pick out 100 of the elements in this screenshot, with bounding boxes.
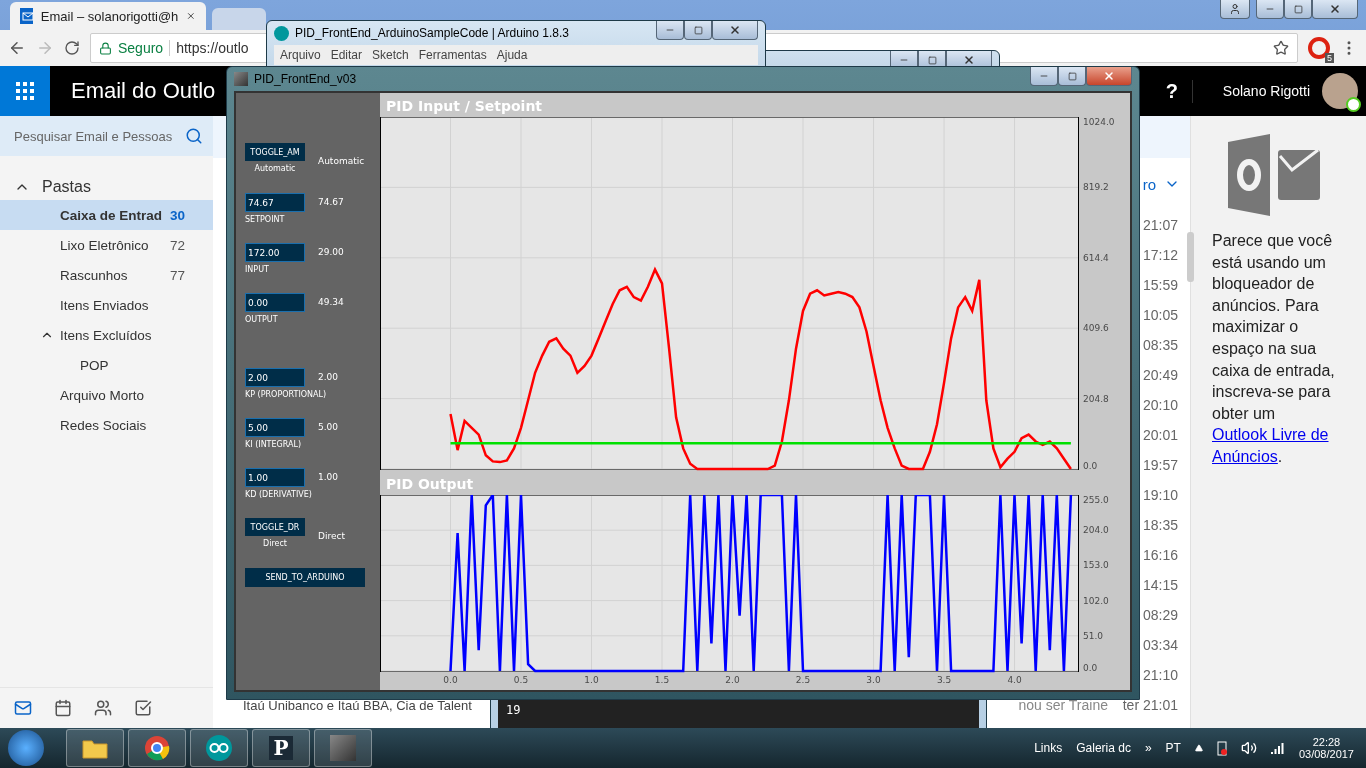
taskbar-button[interactable] bbox=[190, 729, 248, 767]
folder-item[interactable]: Rascunhos 77 bbox=[0, 260, 213, 290]
maximize-icon[interactable] bbox=[1067, 71, 1077, 81]
folder-item[interactable]: Itens Enviados bbox=[0, 290, 213, 320]
minimize-button[interactable] bbox=[1256, 0, 1284, 19]
axis-label: 0.0 bbox=[1083, 663, 1098, 673]
number-field[interactable]: 74.67 bbox=[245, 193, 305, 212]
start-button[interactable] bbox=[8, 730, 44, 766]
app-icon bbox=[234, 72, 248, 86]
person-icon[interactable] bbox=[1229, 3, 1241, 15]
folder-icon bbox=[82, 737, 108, 759]
maximize-button[interactable] bbox=[1284, 0, 1312, 19]
taskbar-button[interactable] bbox=[66, 729, 124, 767]
overflow-button[interactable]: » bbox=[1144, 741, 1152, 755]
app-title: Email do Outlo bbox=[71, 78, 216, 104]
folders-header[interactable]: Pastas bbox=[0, 156, 213, 200]
axis-label: 4.0 bbox=[1007, 675, 1022, 685]
search-icon[interactable] bbox=[185, 127, 203, 145]
profile-button[interactable] bbox=[1220, 0, 1250, 19]
menu-item[interactable]: Arquivo bbox=[280, 48, 321, 62]
folder-item[interactable]: Arquivo Morto bbox=[0, 380, 213, 410]
current-value: 29.00 bbox=[318, 247, 345, 259]
close-icon[interactable] bbox=[1103, 70, 1115, 82]
people-icon[interactable] bbox=[94, 699, 112, 717]
axis-label: 204.8 bbox=[1083, 393, 1109, 404]
maximize-icon[interactable] bbox=[927, 55, 937, 65]
control-label: KD (DERIVATIVE) bbox=[245, 490, 312, 499]
minimize-button[interactable] bbox=[1030, 67, 1058, 86]
menu-item[interactable]: Sketch bbox=[372, 48, 409, 62]
star-icon[interactable] bbox=[1273, 40, 1289, 56]
menu-item[interactable]: Ferramentas bbox=[418, 48, 487, 62]
folder-item[interactable]: Itens Excluídos bbox=[0, 320, 213, 350]
mail-icon[interactable] bbox=[14, 699, 32, 717]
current-value: 49.34 bbox=[318, 297, 345, 309]
close-button[interactable] bbox=[1312, 0, 1358, 19]
scrollbar-thumb[interactable] bbox=[1187, 232, 1194, 282]
menu-item[interactable]: Editar bbox=[330, 48, 363, 62]
calendar-icon[interactable] bbox=[54, 699, 72, 717]
send-button[interactable]: SEND_TO_ARDUINO bbox=[245, 568, 365, 587]
number-field[interactable]: 2.00 bbox=[245, 368, 305, 387]
help-button[interactable]: ? bbox=[1151, 79, 1193, 103]
battery-icon[interactable] bbox=[1216, 740, 1227, 756]
folder-item[interactable]: POP bbox=[0, 350, 213, 380]
filter-dropdown[interactable]: ro bbox=[1142, 175, 1180, 193]
signal-icon[interactable] bbox=[1270, 742, 1285, 754]
folder-name: Itens Enviados bbox=[60, 297, 149, 313]
unread-count: 72 bbox=[169, 237, 185, 253]
language-indicator[interactable]: PT bbox=[1165, 741, 1181, 755]
control-label: OUTPUT bbox=[245, 315, 278, 324]
close-icon[interactable] bbox=[186, 10, 196, 22]
search-field[interactable]: Pesquisar Email e Pessoas bbox=[0, 116, 213, 156]
message-time: 20:49 bbox=[1141, 367, 1178, 383]
browser-tab[interactable]: Email – solanorigotti@h bbox=[10, 2, 206, 30]
toolbar-link[interactable]: Galeria dc bbox=[1076, 741, 1131, 755]
show-hidden-icon[interactable] bbox=[1194, 744, 1203, 752]
volume-icon[interactable] bbox=[1240, 740, 1257, 756]
control-label: Automatic bbox=[254, 164, 296, 173]
maximize-icon[interactable] bbox=[1293, 4, 1303, 14]
app-launcher-button[interactable] bbox=[0, 66, 50, 116]
message-time: 17:12 bbox=[1141, 247, 1178, 263]
message-time: 21:07 bbox=[1141, 217, 1178, 233]
number-field[interactable]: 5.00 bbox=[245, 418, 305, 437]
unread-count: 30 bbox=[169, 207, 185, 223]
tasks-icon[interactable] bbox=[134, 699, 152, 717]
console-output: 19 bbox=[498, 700, 979, 728]
message-time: 03:34 bbox=[1141, 637, 1178, 653]
message-time: 16:16 bbox=[1141, 547, 1178, 563]
message-preview: nou ser Traine bbox=[1018, 697, 1108, 713]
folder-item[interactable]: Caixa de Entrad 30 bbox=[0, 200, 213, 230]
axis-label: 1024.0 bbox=[1083, 117, 1115, 127]
close-button[interactable] bbox=[712, 21, 758, 40]
menu-item[interactable]: Ajuda bbox=[496, 48, 528, 62]
back-icon[interactable] bbox=[8, 39, 26, 57]
number-field[interactable]: 0.00 bbox=[245, 293, 305, 312]
close-icon[interactable] bbox=[1329, 3, 1341, 15]
avatar[interactable] bbox=[1322, 73, 1358, 109]
axis-label: 153.0 bbox=[1083, 560, 1109, 571]
maximize-icon[interactable] bbox=[693, 25, 703, 35]
folder-item[interactable]: Redes Sociais bbox=[0, 410, 213, 440]
upgrade-link[interactable]: Anúncios bbox=[1212, 447, 1278, 465]
grid-icon[interactable] bbox=[16, 82, 34, 100]
toggle-button[interactable]: TOGGLE_DR bbox=[245, 518, 305, 536]
reload-icon[interactable] bbox=[64, 40, 80, 56]
clock[interactable]: 22:28 03/08/2017 bbox=[1298, 736, 1354, 760]
number-field[interactable]: 1.00 bbox=[245, 468, 305, 487]
lock-icon bbox=[99, 41, 112, 55]
taskbar-button[interactable]: P bbox=[252, 729, 310, 767]
maximize-button[interactable] bbox=[684, 21, 712, 40]
close-icon[interactable] bbox=[729, 24, 741, 36]
close-icon[interactable] bbox=[963, 54, 975, 66]
user-name: Solano Rigotti bbox=[1222, 83, 1310, 99]
maximize-button[interactable] bbox=[1058, 67, 1086, 86]
minimize-button[interactable] bbox=[656, 21, 684, 40]
folder-item[interactable]: Lixo Eletrônico 72 bbox=[0, 230, 213, 260]
axis-label: 819.2 bbox=[1083, 182, 1109, 193]
upgrade-link[interactable]: Outlook Livre de bbox=[1212, 426, 1329, 444]
toggle-button[interactable]: TOGGLE_AM bbox=[245, 143, 305, 161]
number-field[interactable]: 172.00 bbox=[245, 243, 305, 262]
taskbar-button[interactable] bbox=[128, 729, 186, 767]
window-title: PID_FrontEnd_v03 bbox=[254, 72, 357, 86]
